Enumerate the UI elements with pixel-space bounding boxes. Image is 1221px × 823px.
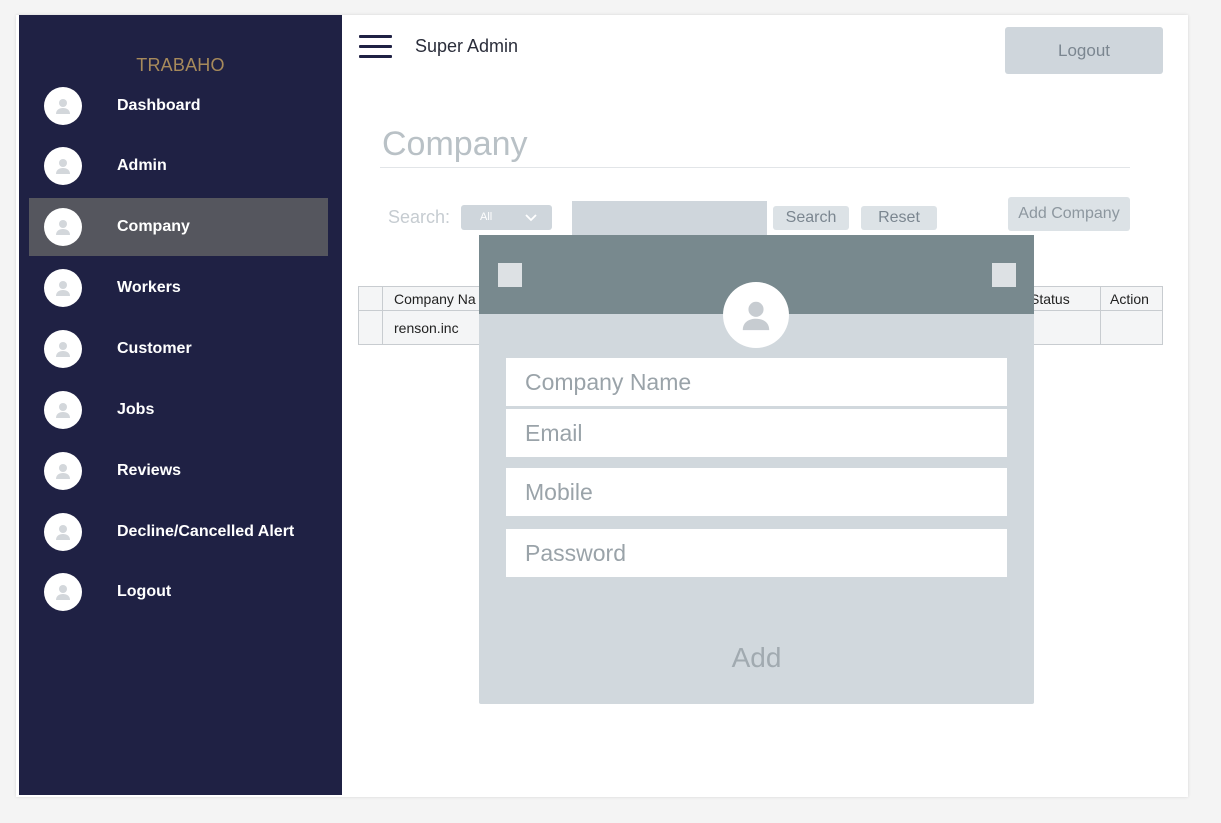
- sidebar-item-admin[interactable]: Admin: [29, 137, 328, 195]
- email-field[interactable]: Email: [506, 409, 1007, 457]
- add-button[interactable]: Add: [479, 642, 1034, 674]
- sidebar-item-label: Jobs: [117, 401, 155, 418]
- user-avatar-icon: [44, 87, 82, 125]
- add-company-modal: Company Name Email Mobile Password Add: [479, 235, 1034, 704]
- sidebar-item-label: Logout: [117, 583, 172, 600]
- table-row-cell: renson.inc: [394, 320, 459, 336]
- modal-close-icon[interactable]: [992, 263, 1016, 287]
- filter-select[interactable]: All: [461, 205, 552, 230]
- user-avatar-icon: [44, 269, 82, 307]
- logout-button[interactable]: Logout: [1005, 27, 1163, 74]
- sidebar-item-label: Workers: [117, 279, 181, 296]
- table-header-cell: Company Na: [394, 291, 476, 307]
- password-field[interactable]: Password: [506, 529, 1007, 577]
- modal-checkbox-icon[interactable]: [498, 263, 522, 287]
- filter-select-value: All: [480, 211, 493, 223]
- page-title: Company: [382, 125, 528, 163]
- user-avatar-icon: [44, 513, 82, 551]
- sidebar-item-label: Customer: [117, 340, 192, 357]
- user-avatar-icon: [44, 391, 82, 429]
- sidebar-item-jobs[interactable]: Jobs: [29, 381, 328, 439]
- user-avatar-icon: [44, 330, 82, 368]
- table-header-cell: Action: [1110, 291, 1149, 307]
- sidebar-item-dashboard[interactable]: Dashboard: [29, 77, 328, 135]
- sidebar-item-company[interactable]: Company: [29, 198, 328, 256]
- sidebar-item-label: Decline/Cancelled Alert: [117, 523, 295, 540]
- sidebar-item-workers[interactable]: Workers: [29, 259, 328, 317]
- user-avatar-icon: [44, 573, 82, 611]
- reset-button[interactable]: Reset: [861, 206, 937, 230]
- sidebar-item-label: Dashboard: [117, 97, 201, 114]
- company-name-field[interactable]: Company Name: [506, 358, 1007, 406]
- sidebar-item-logout[interactable]: Logout: [29, 563, 328, 621]
- current-user-label: Super Admin: [415, 36, 519, 56]
- user-avatar-icon: [44, 147, 82, 185]
- brand-logo: TRABAHO: [136, 55, 225, 75]
- title-divider: [380, 167, 1130, 168]
- user-avatar-icon: [44, 208, 82, 246]
- search-button[interactable]: Search: [773, 206, 849, 230]
- hamburger-menu-icon[interactable]: [359, 35, 392, 59]
- sidebar-item-reviews[interactable]: Reviews: [29, 442, 328, 500]
- user-avatar-icon: [44, 452, 82, 490]
- sidebar-item-label: Company: [117, 218, 190, 235]
- mobile-field[interactable]: Mobile: [506, 468, 1007, 516]
- avatar-icon: [723, 282, 789, 348]
- sidebar-item-label: Admin: [117, 157, 167, 174]
- search-label: Search:: [388, 207, 451, 227]
- chevron-down-icon: [524, 210, 538, 229]
- sidebar: TRABAHO Dashboard Admin Company Workers …: [19, 15, 342, 795]
- search-input[interactable]: [572, 201, 767, 236]
- table-header-cell: Status: [1030, 291, 1070, 307]
- sidebar-item-decline-alert[interactable]: Decline/Cancelled Alert: [29, 503, 328, 561]
- add-company-button[interactable]: Add Company: [1008, 197, 1130, 231]
- sidebar-item-customer[interactable]: Customer: [29, 320, 328, 378]
- sidebar-item-label: Reviews: [117, 462, 182, 479]
